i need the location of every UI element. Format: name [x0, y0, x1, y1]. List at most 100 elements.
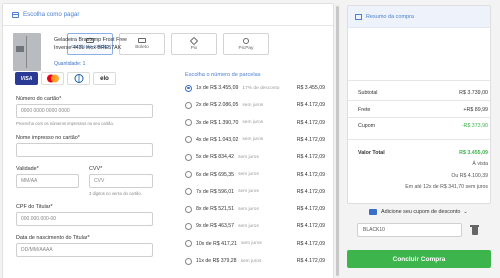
payment-header: Escolha como pagar — [3, 4, 333, 26]
payment-title: Escolha como pagar — [23, 11, 80, 18]
installment-note: 17% de desconto — [242, 85, 280, 91]
tab-pix[interactable]: Pix — [171, 33, 217, 55]
birth-label: Data de nascimento do Titular* — [16, 235, 90, 241]
radio-button[interactable] — [185, 101, 192, 109]
cvv-label: CVV* — [89, 166, 103, 172]
scrollbar[interactable] — [335, 4, 340, 278]
frete-row: Frete +R$ 89,99 — [358, 107, 488, 113]
installment-option[interactable]: 1x de R$ 3.455,09 17% de desconto R$ 3.455… — [185, 83, 325, 93]
installment-note: sem juros — [242, 102, 264, 108]
installment-total: R$ 4.172,09 — [296, 223, 325, 230]
divider — [348, 100, 490, 101]
trash-icon[interactable] — [470, 224, 479, 235]
picpay-icon — [243, 37, 249, 44]
divider — [348, 139, 490, 140]
radio-button[interactable] — [185, 84, 192, 92]
frete-label: Frete — [358, 107, 371, 113]
installment-total: R$ 3.455,09 — [296, 85, 325, 91]
installment-option[interactable]: 8x de R$ 521,51 sem juros R$ 4.172,09 — [185, 204, 325, 214]
divider — [348, 117, 490, 118]
radio-button[interactable] — [185, 136, 192, 144]
radio-button[interactable] — [185, 205, 192, 213]
installment-option[interactable]: 9x de R$ 463,57 sem juros R$ 4.172,09 — [185, 221, 325, 231]
installment-total: R$ 4.172,09 — [296, 240, 325, 247]
installment-label: 3x de R$ 1.390,70 — [196, 119, 239, 126]
installment-note: sem juros — [238, 172, 259, 177]
installment-note: sem juros — [238, 223, 259, 229]
card-brands: VISA elo — [15, 72, 116, 85]
installment-label: 8x de R$ 521,51 — [196, 206, 235, 213]
installment-label: 7x de R$ 596,01 — [196, 188, 235, 195]
coupon-toggle[interactable]: Adicione seu cupom de desconto ⌄ — [369, 209, 468, 215]
installment-option[interactable]: 10x de R$ 417,21 sem juros R$ 4.172,09 — [185, 239, 325, 249]
diners-icon — [74, 74, 83, 83]
installment-option[interactable]: 7x de R$ 596,01 sem juros R$ 4.172,09 — [185, 187, 325, 197]
mastercard-icon — [46, 74, 59, 83]
installment-total: R$ 4.172,09 — [296, 154, 325, 161]
installment-total: R$ 4.172,09 — [296, 136, 325, 143]
installment-label: 1x de R$ 3.455,09 — [196, 85, 239, 91]
cpf-input[interactable]: 000.000.000-00 — [16, 212, 153, 226]
installment-total: R$ 4.172,09 — [296, 188, 325, 195]
coupon-icon — [369, 209, 377, 215]
installment-offer: Em até 12x de R$ 341,70 sem juros — [405, 184, 488, 190]
product-quantity: Quantidade: 1 — [54, 61, 86, 67]
birth-input[interactable]: DD/MM/AAAA — [16, 243, 153, 257]
card-icon — [12, 11, 19, 18]
tab-label: Pix — [190, 45, 198, 51]
tab-picpay[interactable]: PicPay — [223, 33, 269, 55]
card-number-hint: Preencha com os números impressos no seu… — [16, 121, 114, 126]
expiry-input[interactable]: MM/AA — [16, 174, 79, 188]
installment-total: R$ 4.172,09 — [296, 102, 325, 109]
frete-value: +R$ 89,99 — [463, 107, 488, 113]
card-number-label: Número do cartão* — [16, 96, 62, 102]
installment-label: 11x de R$ 379,28 — [196, 258, 237, 264]
radio-button[interactable] — [185, 222, 192, 230]
pix-icon — [189, 36, 199, 45]
installment-label: 10x de R$ 417,21 — [196, 240, 237, 247]
scrollbar-thumb[interactable] — [336, 6, 339, 276]
installment-total: R$ 4.172,09 — [296, 171, 325, 178]
installment-note: sem juros — [238, 206, 259, 212]
installment-option[interactable]: 3x de R$ 1.390,70 sem juros R$ 4.172,09 — [185, 118, 325, 128]
radio-button[interactable] — [185, 171, 192, 178]
summary-header: Resumo da compra — [348, 6, 490, 28]
radio-button[interactable] — [185, 119, 192, 127]
installment-label: 2x de R$ 2.086,05 — [196, 102, 239, 109]
installment-label: 9x de R$ 463,57 — [196, 223, 235, 230]
installment-option[interactable]: 2x de R$ 2.086,05 sem juros R$ 4.172,09 — [185, 100, 325, 110]
installment-label: 4x de R$ 1.043,02 — [196, 136, 239, 143]
installment-note: sem juros — [240, 258, 262, 264]
radio-button[interactable] — [185, 240, 192, 248]
cupom-value: -R$ 373,90 — [461, 123, 488, 129]
installments-title: Escolha o número de parcelas — [185, 72, 261, 78]
cvv-input[interactable]: CVV — [89, 174, 153, 188]
installment-label: 5x de R$ 834,42 — [196, 154, 235, 161]
expiry-label: Validade* — [16, 166, 39, 172]
radio-button[interactable] — [185, 153, 192, 161]
coupon-input[interactable]: BLACK10 — [357, 223, 462, 237]
card-number-input[interactable]: 0000 0000 0000 0000 — [16, 104, 153, 118]
installment-option[interactable]: 4x de R$ 1.043,02 sem juros R$ 4.172,09 — [185, 135, 325, 145]
elo-logo: elo — [93, 72, 116, 85]
checkout-button[interactable]: Concluir Compra — [347, 250, 491, 268]
installment-total: R$ 4.172,09 — [296, 119, 325, 126]
installment-note: sem juros — [242, 120, 264, 126]
cupom-label: Cupom — [358, 123, 376, 129]
card-name-input[interactable] — [16, 143, 153, 157]
total-label: Valor Total — [358, 150, 385, 156]
installment-note: sem juros — [242, 137, 264, 143]
radio-button[interactable] — [185, 188, 192, 196]
installment-option[interactable]: 6x de R$ 695,35 sem juros R$ 4.172,09 — [185, 170, 325, 180]
receipt-icon — [355, 13, 362, 20]
installment-option[interactable]: 5x de R$ 834,42 sem juros R$ 4.172,09 — [185, 152, 325, 162]
subtotal-value: R$ 3.739,00 — [459, 90, 488, 96]
visa-logo: VISA — [15, 72, 38, 85]
subtotal-row: Subtotal R$ 3.739,00 — [358, 90, 488, 96]
installment-option[interactable]: 11x de R$ 379,28 sem juros R$ 4.172,09 — [185, 256, 325, 266]
installment-label: 6x de R$ 695,35 — [196, 171, 235, 178]
cpf-label: CPF do Titular* — [16, 204, 53, 210]
radio-button[interactable] — [185, 257, 192, 265]
total-row: Valor Total R$ 3.455,09 — [358, 150, 488, 156]
cvv-hint: 3 dígitos no verso do cartão. — [89, 191, 142, 196]
